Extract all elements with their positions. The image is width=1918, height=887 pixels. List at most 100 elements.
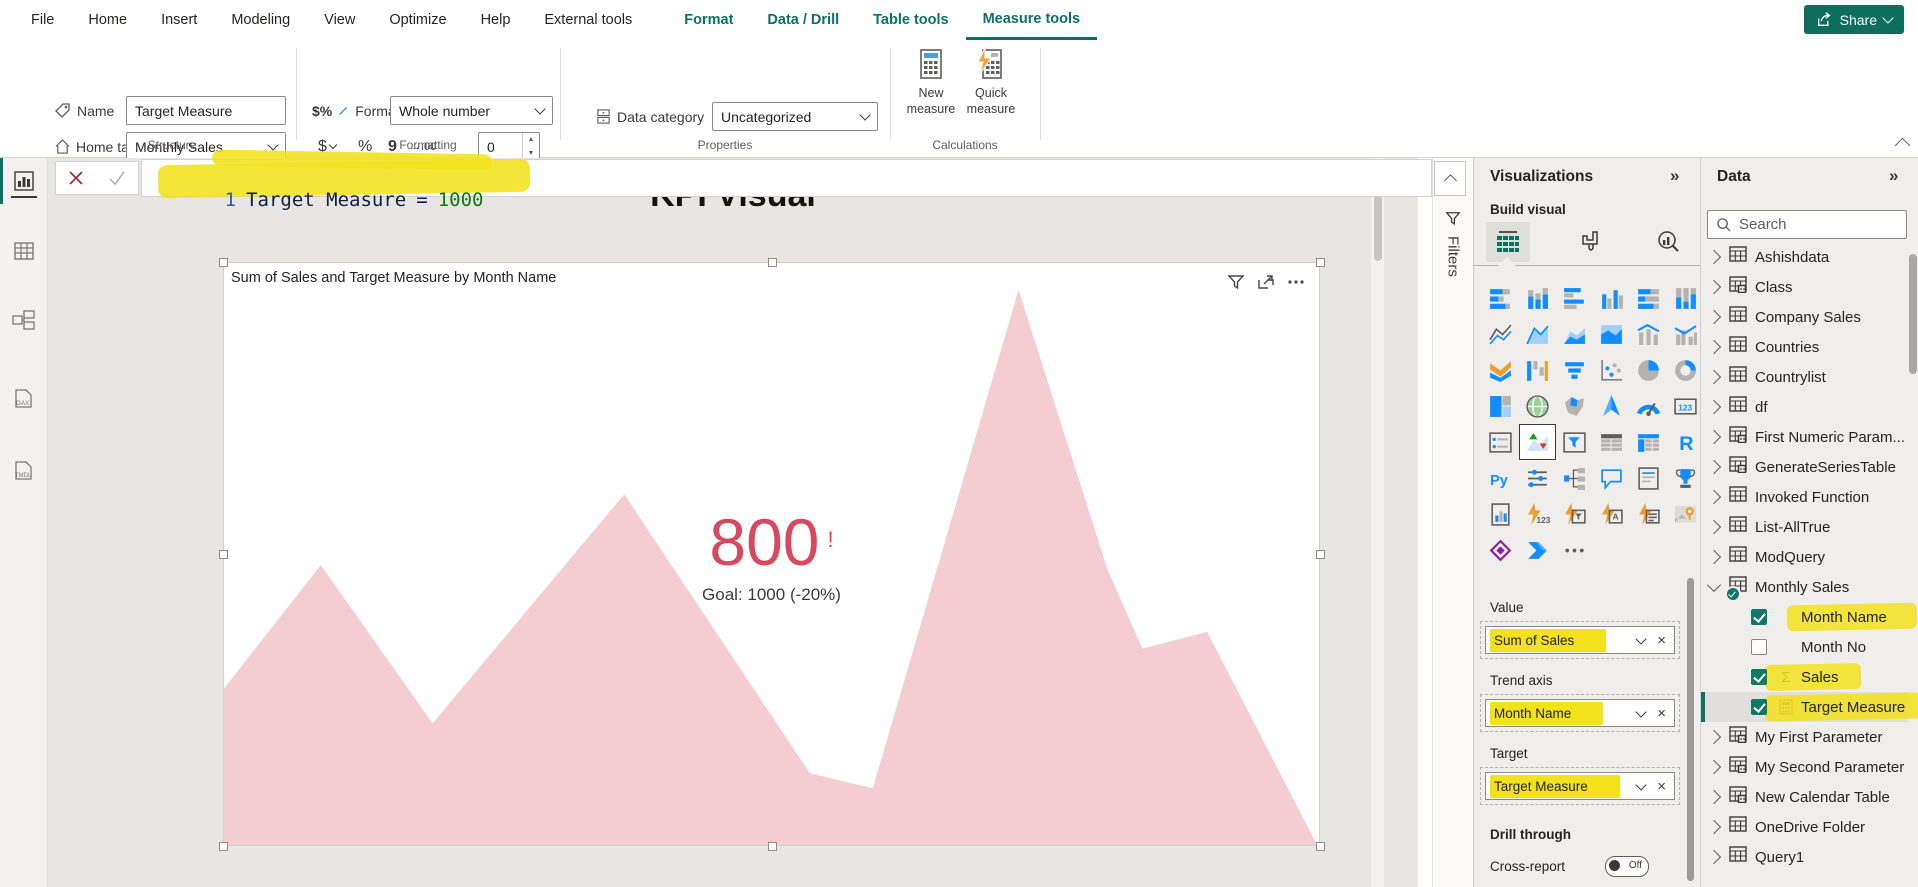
canvas-scrollbar[interactable] bbox=[1370, 158, 1384, 887]
checkbox-checked[interactable] bbox=[1751, 609, 1767, 625]
table-item-query1[interactable]: Query1 bbox=[1701, 842, 1908, 872]
visual-icon-pie-chart[interactable] bbox=[1630, 352, 1667, 388]
chevron-right-icon[interactable] bbox=[1707, 820, 1721, 834]
resize-handle[interactable] bbox=[219, 842, 228, 851]
well-dropzone[interactable]: Sum of Sales× bbox=[1480, 621, 1680, 659]
field-item-target-measure[interactable]: Target Measure bbox=[1701, 692, 1908, 722]
commit-formula-icon[interactable] bbox=[108, 170, 126, 186]
resize-handle[interactable] bbox=[1316, 550, 1325, 559]
tab-build-visual[interactable] bbox=[1486, 222, 1530, 262]
field-pill-month-name[interactable]: Month Name× bbox=[1485, 699, 1675, 727]
field-item-month-no[interactable]: Month No bbox=[1701, 632, 1908, 662]
field-item-month-name[interactable]: Month Name bbox=[1701, 602, 1908, 632]
chevron-right-icon[interactable] bbox=[1707, 460, 1721, 474]
menu-item-optimize[interactable]: Optimize bbox=[372, 0, 463, 40]
well-dropzone[interactable]: Month Name× bbox=[1480, 694, 1680, 732]
visual-icon-card[interactable]: 123 bbox=[1667, 388, 1704, 424]
chevron-right-icon[interactable] bbox=[1707, 850, 1721, 864]
menu-tab-table-tools[interactable]: Table tools bbox=[856, 0, 965, 40]
field-item-sales[interactable]: ΣSales bbox=[1701, 662, 1908, 692]
chevron-right-icon[interactable] bbox=[1707, 730, 1721, 744]
visual-icon-gauge[interactable] bbox=[1630, 388, 1667, 424]
visual-icon-100-stacked-area-chart[interactable] bbox=[1593, 316, 1630, 352]
menu-item-file[interactable]: File bbox=[14, 0, 71, 40]
measure-name-input[interactable]: Target Measure bbox=[126, 96, 286, 125]
chevron-right-icon[interactable] bbox=[1707, 550, 1721, 564]
search-input[interactable]: Search bbox=[1707, 210, 1907, 239]
resize-handle[interactable] bbox=[219, 258, 228, 267]
collapse-pane-icon[interactable]: » bbox=[1889, 166, 1898, 186]
visual-icon-paginated-report[interactable] bbox=[1482, 496, 1519, 532]
menu-item-external-tools[interactable]: External tools bbox=[527, 0, 649, 40]
chevron-right-icon[interactable] bbox=[1707, 280, 1721, 294]
visual-icon-clustered-bar-chart[interactable] bbox=[1556, 280, 1593, 316]
more-options-icon[interactable] bbox=[1286, 272, 1306, 292]
visual-icon-matrix[interactable] bbox=[1630, 424, 1667, 460]
menu-tab-data-drill[interactable]: Data / Drill bbox=[750, 0, 856, 40]
visual-icon-qa-visual[interactable] bbox=[1593, 460, 1630, 496]
visual-icon-smart-narrative[interactable] bbox=[1630, 460, 1667, 496]
table-item-countries[interactable]: Countries bbox=[1701, 332, 1908, 362]
chevron-down-icon[interactable] bbox=[1636, 633, 1647, 644]
visual-icon-filled-map[interactable] bbox=[1556, 388, 1593, 424]
remove-field-icon[interactable]: × bbox=[1657, 632, 1666, 649]
chevron-right-icon[interactable] bbox=[1707, 520, 1721, 534]
chevron-right-icon[interactable] bbox=[1707, 340, 1721, 354]
table-item-invoked-function[interactable]: Invoked Function bbox=[1701, 482, 1908, 512]
visual-icon-get-more-visuals[interactable] bbox=[1556, 532, 1593, 568]
resize-handle[interactable] bbox=[768, 258, 777, 267]
visual-icon-table[interactable] bbox=[1593, 424, 1630, 460]
chevron-down-icon[interactable] bbox=[1636, 779, 1647, 790]
tmdl-view-button[interactable]: TMDL bbox=[11, 458, 37, 488]
visual-icon-slicer[interactable] bbox=[1556, 424, 1593, 460]
visual-icon-clustered-column-chart[interactable] bbox=[1593, 280, 1630, 316]
table-item-df[interactable]: df bbox=[1701, 392, 1908, 422]
chevron-right-icon[interactable] bbox=[1707, 790, 1721, 804]
checkbox-unchecked[interactable] bbox=[1751, 639, 1767, 655]
visual-icon-line-chart[interactable] bbox=[1482, 316, 1519, 352]
dax-query-view-button[interactable]: DAX bbox=[11, 386, 37, 416]
collapse-ribbon-icon[interactable] bbox=[1895, 138, 1911, 154]
menu-item-help[interactable]: Help bbox=[464, 0, 528, 40]
tab-analytics[interactable] bbox=[1646, 222, 1690, 262]
field-pill-sum-of-sales[interactable]: Sum of Sales× bbox=[1485, 626, 1675, 654]
visual-icon-waterfall-chart[interactable] bbox=[1519, 352, 1556, 388]
visual-icon-stacked-column-chart[interactable] bbox=[1519, 280, 1556, 316]
visual-icon-multi-row-card[interactable] bbox=[1482, 424, 1519, 460]
table-item-first-numeric-param-[interactable]: First Numeric Param... bbox=[1701, 422, 1908, 452]
chevron-right-icon[interactable] bbox=[1707, 310, 1721, 324]
visual-icon-funnel-chart[interactable] bbox=[1556, 352, 1593, 388]
chevron-down-icon[interactable] bbox=[1707, 578, 1721, 592]
table-item-class[interactable]: Class bbox=[1701, 272, 1908, 302]
chevron-right-icon[interactable] bbox=[1707, 490, 1721, 504]
remove-field-icon[interactable]: × bbox=[1657, 705, 1666, 722]
visual-icon-new-slicer[interactable] bbox=[1556, 496, 1593, 532]
share-button[interactable]: Share bbox=[1804, 5, 1904, 34]
table-item-onedrive-folder[interactable]: OneDrive Folder bbox=[1701, 812, 1908, 842]
visual-icon-custom-visual[interactable] bbox=[1482, 532, 1519, 568]
remove-field-icon[interactable]: × bbox=[1657, 778, 1666, 795]
filters-pane-collapsed[interactable]: Filters bbox=[1432, 158, 1473, 887]
chevron-down-icon[interactable] bbox=[1636, 706, 1647, 717]
table-item-countrylist[interactable]: Countrylist bbox=[1701, 362, 1908, 392]
checkbox-checked[interactable] bbox=[1751, 669, 1767, 685]
resize-handle[interactable] bbox=[1316, 842, 1325, 851]
table-item-modquery[interactable]: ModQuery bbox=[1701, 542, 1908, 572]
visual-icon-python-visual[interactable]: Py bbox=[1482, 460, 1519, 496]
visual-icon-line-stacked-column-chart[interactable] bbox=[1630, 316, 1667, 352]
menu-item-home[interactable]: Home bbox=[71, 0, 144, 40]
cross-report-toggle[interactable]: Off bbox=[1605, 856, 1649, 877]
visual-icon-power-automate[interactable] bbox=[1519, 532, 1556, 568]
visual-icon-100-stacked-bar-chart[interactable] bbox=[1630, 280, 1667, 316]
scrollbar-thumb[interactable] bbox=[1687, 578, 1694, 881]
visual-icon-ribbon-chart[interactable] bbox=[1482, 352, 1519, 388]
chevron-right-icon[interactable] bbox=[1707, 370, 1721, 384]
quick-measure-button[interactable]: Quick measure bbox=[962, 48, 1020, 148]
table-view-button[interactable] bbox=[11, 236, 37, 266]
visual-icon-metrics[interactable] bbox=[1667, 460, 1704, 496]
model-view-button[interactable] bbox=[11, 306, 37, 336]
table-item-generateseriestable[interactable]: GenerateSeriesTable bbox=[1701, 452, 1908, 482]
menu-tab-measure-tools[interactable]: Measure tools bbox=[966, 0, 1098, 40]
visual-icon-stacked-bar-chart[interactable] bbox=[1482, 280, 1519, 316]
chevron-right-icon[interactable] bbox=[1707, 760, 1721, 774]
